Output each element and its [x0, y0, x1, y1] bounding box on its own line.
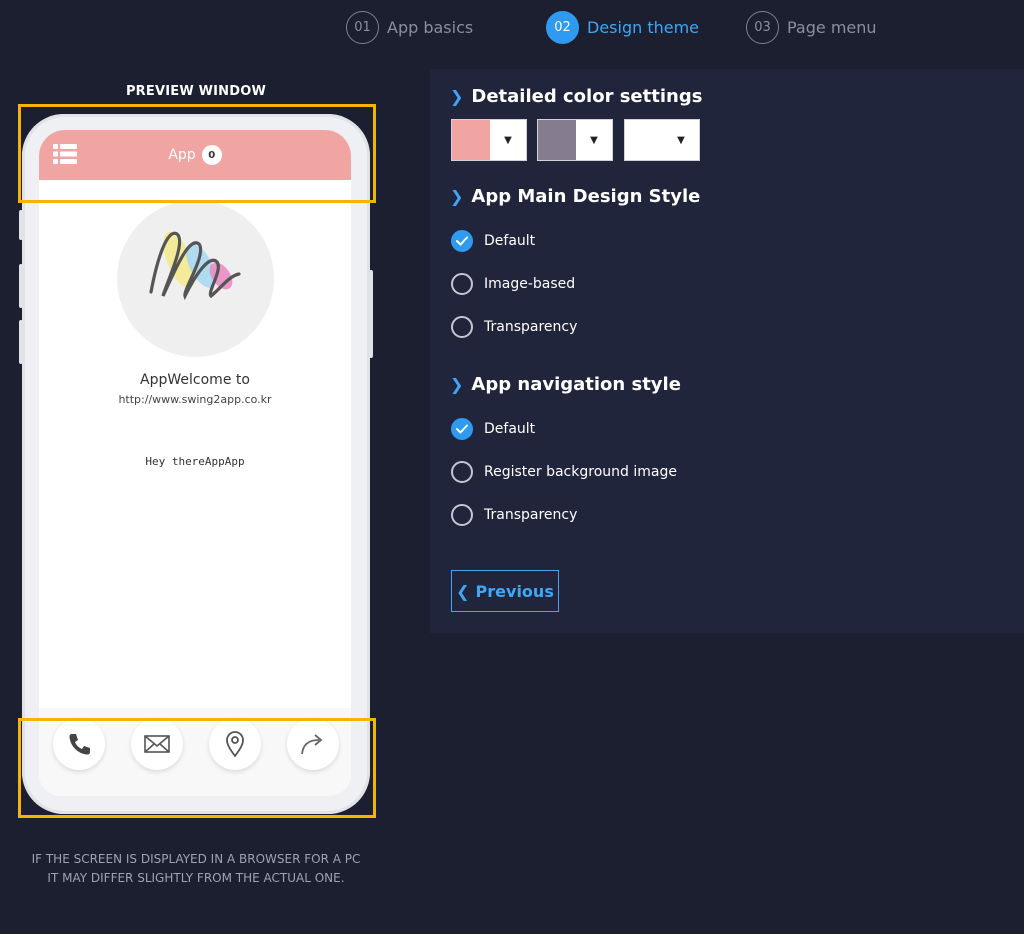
- app-title: App 0: [168, 145, 222, 165]
- option-label: Register background image: [484, 464, 677, 480]
- bottom-action-bar: [39, 708, 351, 796]
- color-swatch: [625, 120, 663, 160]
- swing-logo-icon: [149, 231, 241, 301]
- color-settings-title: ❯ Detailed color settings: [450, 86, 702, 107]
- mail-button[interactable]: [131, 718, 183, 770]
- app-logo: [117, 200, 274, 357]
- option-label: Default: [484, 421, 536, 437]
- app-header-bar: App 0: [39, 130, 351, 180]
- phone-frame: App 0 AppWelcome to http://www.swing2app…: [19, 114, 373, 814]
- wizard-steps: 01 App basics 02 Design theme 03 Page me…: [0, 10, 1024, 46]
- section-label: App navigation style: [471, 374, 681, 395]
- preview-disclaimer: IF THE SCREEN IS DISPLAYED IN A BROWSER …: [0, 850, 392, 888]
- step-label: Page menu: [787, 17, 877, 37]
- radio-button[interactable]: [451, 504, 473, 526]
- dropdown-arrow-icon: ▼: [504, 134, 512, 146]
- nav-style-option-background-image[interactable]: Register background image: [451, 461, 677, 483]
- greeting-text: Hey thereAppApp: [145, 455, 245, 468]
- main-style-option-image-based[interactable]: Image-based: [451, 273, 575, 295]
- chevron-right-icon: ❯: [450, 87, 464, 106]
- step-label: App basics: [387, 17, 474, 37]
- chevron-left-icon: ❮: [456, 581, 470, 601]
- color-swatch: [538, 120, 576, 160]
- radio-button[interactable]: [451, 273, 473, 295]
- share-button[interactable]: [287, 718, 339, 770]
- radio-button[interactable]: [451, 230, 473, 252]
- nav-style-option-default[interactable]: Default: [451, 418, 535, 440]
- chevron-right-icon: ❯: [450, 187, 464, 206]
- dropdown-arrow-icon: ▼: [590, 134, 598, 146]
- disclaimer-line: IT MAY DIFFER SLIGHTLY FROM THE ACTUAL O…: [47, 871, 345, 885]
- step-label: Design theme: [587, 17, 700, 37]
- step-number: 03: [746, 10, 779, 44]
- phone-side-button: [369, 270, 373, 358]
- phone-side-button: [19, 210, 23, 240]
- radio-button[interactable]: [451, 418, 473, 440]
- previous-label: Previous: [475, 581, 554, 601]
- step-design-theme[interactable]: 02 Design theme: [546, 10, 699, 44]
- phone-screen: App 0 AppWelcome to http://www.swing2app…: [39, 130, 351, 796]
- color-picker-secondary[interactable]: ▼: [537, 119, 613, 161]
- step-page-menu[interactable]: 03 Page menu: [746, 10, 877, 44]
- option-label: Transparency: [484, 507, 578, 523]
- main-style-option-default[interactable]: Default: [451, 230, 535, 252]
- previous-button[interactable]: ❮ Previous: [451, 570, 559, 612]
- phone-side-button: [19, 264, 23, 308]
- color-picker-primary[interactable]: ▼: [451, 119, 527, 161]
- main-style-option-transparency[interactable]: Transparency: [451, 316, 577, 338]
- color-swatch: [452, 120, 490, 160]
- section-label: Detailed color settings: [471, 86, 703, 107]
- phone-icon: [69, 734, 90, 755]
- preview-window-title: PREVIEW WINDOW: [125, 84, 267, 99]
- location-button[interactable]: [209, 718, 261, 770]
- option-label: Image-based: [484, 276, 576, 292]
- checkmark-icon: [456, 236, 468, 246]
- mail-icon: [144, 735, 170, 753]
- disclaimer-line: IF THE SCREEN IS DISPLAYED IN A BROWSER …: [31, 852, 361, 866]
- nav-style-option-transparency[interactable]: Transparency: [451, 504, 577, 526]
- list-menu-icon[interactable]: [53, 143, 77, 165]
- radio-button[interactable]: [451, 316, 473, 338]
- radio-button[interactable]: [451, 461, 473, 483]
- section-label: App Main Design Style: [471, 186, 701, 207]
- design-settings-panel: ❯ Detailed color settings ▼ ▼ ▼ ❯ App Ma…: [430, 69, 1024, 633]
- main-design-style-title: ❯ App Main Design Style: [450, 186, 700, 207]
- notification-badge: 0: [201, 145, 222, 165]
- checkmark-icon: [456, 424, 468, 434]
- phone-side-button: [19, 320, 23, 364]
- step-app-basics[interactable]: 01 App basics: [346, 10, 473, 44]
- option-label: Default: [484, 233, 536, 249]
- navigation-style-title: ❯ App navigation style: [450, 374, 681, 395]
- option-label: Transparency: [484, 319, 578, 335]
- color-picker-tertiary[interactable]: ▼: [624, 119, 700, 161]
- phone-button[interactable]: [53, 718, 105, 770]
- chevron-right-icon: ❯: [450, 375, 464, 394]
- step-number: 02: [546, 10, 579, 44]
- welcome-text: AppWelcome to: [140, 372, 250, 388]
- location-icon: [226, 731, 244, 758]
- dropdown-arrow-icon: ▼: [677, 134, 685, 146]
- step-number: 01: [346, 10, 379, 44]
- share-icon: [301, 734, 323, 755]
- app-url: http://www.swing2app.co.kr: [118, 393, 272, 406]
- app-name: App: [168, 147, 196, 163]
